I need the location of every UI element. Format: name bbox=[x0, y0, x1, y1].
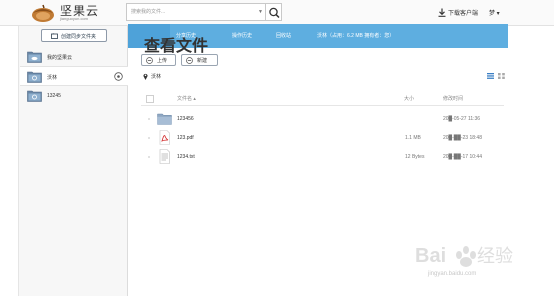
upload-label: 上传 bbox=[157, 58, 168, 64]
download-icon bbox=[438, 8, 446, 17]
location-pin-icon bbox=[143, 73, 148, 80]
list-view-icon[interactable] bbox=[487, 73, 494, 79]
sidebar-item-label: 沃林 bbox=[47, 75, 58, 81]
sidebar-item-wolin[interactable]: 沃林 bbox=[20, 66, 128, 86]
file-size: 1.1 MB bbox=[405, 135, 421, 141]
new-folder-icon bbox=[51, 33, 58, 39]
upload-button[interactable]: 上传 bbox=[141, 54, 176, 66]
file-row[interactable]: 1234.txt 12 Bytes 20█-██-17 10:44 bbox=[141, 147, 504, 167]
new-sync-folder-button[interactable]: 创建同步文件夹 bbox=[41, 29, 107, 42]
folder-icon bbox=[157, 113, 172, 125]
row-selector[interactable] bbox=[148, 118, 150, 120]
new-label: 新建 bbox=[197, 58, 208, 64]
sidebar-item-13245[interactable]: 13245 bbox=[20, 86, 128, 106]
row-selector[interactable] bbox=[148, 156, 150, 158]
svg-text:Bai: Bai bbox=[415, 245, 446, 267]
file-name[interactable]: 123456 bbox=[177, 116, 194, 122]
file-row[interactable]: 123456 20█-05-27 11:36 bbox=[141, 109, 504, 129]
sync-folder-icon bbox=[27, 71, 42, 83]
tab-share-history[interactable]: 分享历史 bbox=[176, 32, 196, 39]
column-name-header[interactable]: 文件名 ▴ bbox=[177, 95, 196, 102]
search-icon bbox=[269, 7, 280, 19]
sync-folder-icon bbox=[27, 90, 42, 102]
search-dropdown-icon[interactable]: ▼ bbox=[258, 9, 263, 15]
search-box: ▼ bbox=[126, 3, 268, 21]
top-header: 坚果云 jianguoyun.com ▼ 下载客户端 梦 ▾ bbox=[0, 0, 554, 26]
download-client-label: 下载客户端 bbox=[448, 11, 479, 17]
select-all-checkbox[interactable] bbox=[146, 95, 154, 103]
search-input[interactable] bbox=[127, 4, 253, 20]
row-selector[interactable] bbox=[148, 137, 150, 139]
new-sync-folder-label: 创建同步文件夹 bbox=[61, 34, 97, 40]
sidebar: 创建同步文件夹 我的坚果云 沃林 13245 bbox=[18, 26, 128, 296]
breadcrumb[interactable]: 沃林 bbox=[151, 73, 161, 80]
baidu-watermark-logo: Bai 经验 bbox=[415, 245, 513, 267]
folder-nav-bar: 查看文件 分享历史 操作历史 回收站 沃林（占用：6.2 MB 拥有者：您） bbox=[128, 24, 508, 55]
pdf-file-icon bbox=[159, 130, 170, 145]
file-date: 20█-05-27 11:36 bbox=[443, 116, 481, 122]
tab-view-files[interactable]: 查看文件 bbox=[128, 24, 208, 55]
column-size-header: 大小 bbox=[404, 96, 415, 102]
app-domain: jianguoyun.com bbox=[60, 16, 89, 21]
sidebar-item-label: 我的坚果云 bbox=[47, 55, 73, 61]
search-button[interactable] bbox=[265, 3, 282, 21]
new-icon bbox=[186, 57, 193, 64]
cloud-folder-icon bbox=[27, 51, 42, 63]
svg-text:经验: 经验 bbox=[477, 246, 513, 267]
file-name[interactable]: 1234.txt bbox=[177, 154, 195, 160]
folder-usage-info: 沃林（占用：6.2 MB 拥有者：您） bbox=[317, 33, 395, 39]
sidebar-item-my-cloud[interactable]: 我的坚果云 bbox=[20, 47, 128, 67]
sidebar-item-label: 13245 bbox=[47, 93, 61, 99]
file-date: 20█-██-17 10:44 bbox=[443, 154, 482, 160]
file-size: 12 Bytes bbox=[405, 154, 425, 160]
grid-view-icon[interactable] bbox=[498, 73, 505, 79]
text-file-icon bbox=[159, 149, 170, 164]
upload-icon bbox=[146, 57, 153, 64]
file-row[interactable]: 123.pdf 1.1 MB 20█-██-23 18:48 bbox=[141, 128, 504, 148]
user-menu[interactable]: 梦 ▾ bbox=[489, 8, 500, 17]
tab-recycle-bin[interactable]: 回收站 bbox=[276, 32, 291, 39]
watermark-url: jingyan.baidu.com bbox=[428, 271, 477, 277]
more-options-icon[interactable] bbox=[114, 72, 123, 81]
file-name[interactable]: 123.pdf bbox=[177, 135, 194, 141]
file-date: 20█-██-23 18:48 bbox=[443, 135, 482, 141]
acorn-logo-icon[interactable] bbox=[30, 3, 56, 23]
tab-operation-history[interactable]: 操作历史 bbox=[232, 32, 252, 39]
column-date-header: 修改时间 bbox=[443, 96, 464, 102]
new-button[interactable]: 新建 bbox=[181, 54, 218, 66]
